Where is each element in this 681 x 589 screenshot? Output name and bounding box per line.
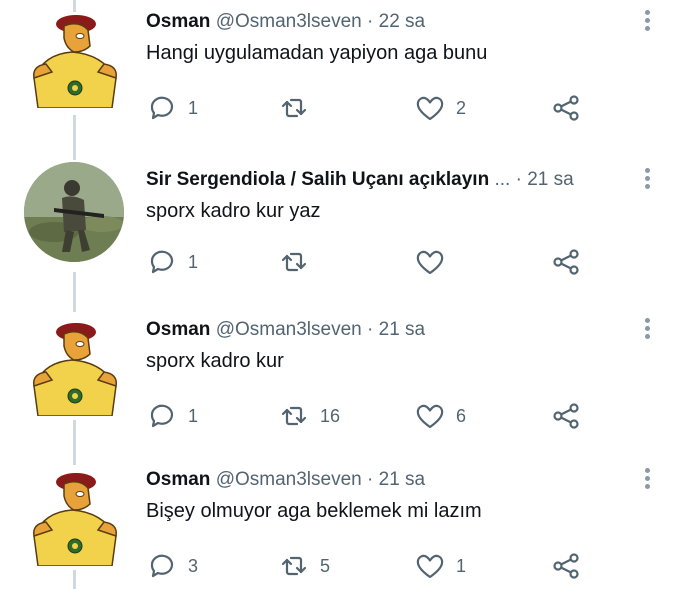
cartoon-avatar-icon [33, 14, 117, 109]
display-name[interactable]: Sir Sergendiola / Salih Uçanı açıklayın [146, 169, 489, 190]
like-icon [416, 404, 444, 429]
timestamp[interactable]: 21 sa [379, 319, 425, 340]
retweet-icon [281, 98, 307, 118]
action-bar: 3 5 1 [146, 546, 596, 586]
reply-count: 1 [188, 251, 199, 272]
retweet-button[interactable]: 5 [278, 546, 330, 586]
tweet-text: Hangi uygulamadan yapiyon aga bunu [146, 42, 488, 64]
separator-dot: · [367, 469, 374, 490]
more-icon[interactable] [645, 10, 651, 36]
handle[interactable]: @Osman3lseven [216, 469, 362, 490]
tweet[interactable]: Osman @Osman3lseven · 22 sa Hangi uygula… [0, 0, 681, 150]
reply-count: 3 [188, 555, 199, 576]
reply-count: 1 [188, 405, 199, 426]
like-button[interactable]: 6 [414, 396, 466, 436]
share-button[interactable] [550, 546, 582, 586]
separator-dot: · [367, 319, 374, 340]
timestamp[interactable]: 21 sa [379, 469, 425, 490]
soldier-photo-icon [24, 162, 124, 262]
share-button[interactable] [550, 242, 582, 282]
handle[interactable]: @Osman3lseven [216, 11, 362, 32]
tweet-header: Osman @Osman3lseven · 21 sa [146, 468, 621, 492]
reply-count: 1 [188, 97, 199, 118]
like-icon [416, 554, 444, 579]
share-icon [553, 553, 579, 579]
handle[interactable]: @Osman3lseven [216, 319, 362, 340]
retweet-icon [281, 406, 307, 426]
retweet-button[interactable] [278, 88, 320, 128]
tweet-text: sporx kadro kur yaz [146, 200, 321, 222]
like-button[interactable]: 1 [414, 546, 466, 586]
avatar[interactable] [24, 466, 124, 567]
retweet-button[interactable]: 16 [278, 396, 340, 436]
tweet-header: Osman @Osman3lseven · 22 sa [146, 10, 621, 34]
reply-icon [150, 404, 174, 428]
share-icon [553, 95, 579, 121]
display-name[interactable]: Osman [146, 319, 210, 340]
separator-dot: · [515, 169, 522, 190]
like-count: 2 [456, 97, 467, 118]
like-count: 1 [456, 555, 467, 576]
timestamp[interactable]: 21 sa [527, 169, 573, 190]
like-button[interactable]: 2 [414, 88, 466, 128]
action-bar: 1 [146, 242, 596, 282]
share-button[interactable] [550, 88, 582, 128]
timestamp[interactable]: 22 sa [379, 11, 425, 32]
like-button[interactable] [414, 242, 456, 282]
more-icon[interactable] [645, 468, 651, 494]
avatar[interactable] [24, 8, 124, 109]
like-icon [416, 96, 444, 121]
tweet-header: Sir Sergendiola / Salih Uçanı açıklayın … [146, 168, 621, 192]
retweet-count: 5 [320, 555, 331, 576]
like-icon [416, 250, 444, 275]
reply-icon [150, 554, 174, 578]
reply-button[interactable]: 3 [146, 546, 198, 586]
tweet[interactable]: Osman @Osman3lseven · 21 sa sporx kadro … [0, 308, 681, 458]
share-icon [553, 249, 579, 275]
share-icon [553, 403, 579, 429]
more-icon[interactable] [645, 318, 651, 344]
retweet-icon [281, 556, 307, 576]
avatar[interactable] [24, 316, 124, 417]
reply-icon [150, 96, 174, 120]
name-ellipsis: ... [494, 169, 511, 190]
cartoon-avatar-icon [33, 472, 117, 567]
share-button[interactable] [550, 396, 582, 436]
reply-button[interactable]: 1 [146, 242, 198, 282]
like-count: 6 [456, 405, 467, 426]
retweet-button[interactable] [278, 242, 320, 282]
cartoon-avatar-icon [33, 322, 117, 417]
retweet-icon [281, 252, 307, 272]
action-bar: 1 2 [146, 88, 596, 128]
tweet-text: sporx kadro kur [146, 350, 284, 372]
tweet-text: Bişey olmuyor aga beklemek mi lazım [146, 500, 482, 522]
more-icon[interactable] [645, 168, 651, 194]
action-bar: 1 16 6 [146, 396, 596, 436]
avatar[interactable] [24, 162, 124, 262]
tweet[interactable]: Sir Sergendiola / Salih Uçanı açıklayın … [0, 150, 681, 300]
tweet-header: Osman @Osman3lseven · 21 sa [146, 318, 621, 342]
reply-button[interactable]: 1 [146, 396, 198, 436]
separator-dot: · [367, 11, 374, 32]
reply-icon [150, 250, 174, 274]
tweet[interactable]: Osman @Osman3lseven · 21 sa Bişey olmuyo… [0, 458, 681, 589]
display-name[interactable]: Osman [146, 469, 210, 490]
reply-button[interactable]: 1 [146, 88, 198, 128]
display-name[interactable]: Osman [146, 11, 210, 32]
retweet-count: 16 [320, 405, 341, 426]
